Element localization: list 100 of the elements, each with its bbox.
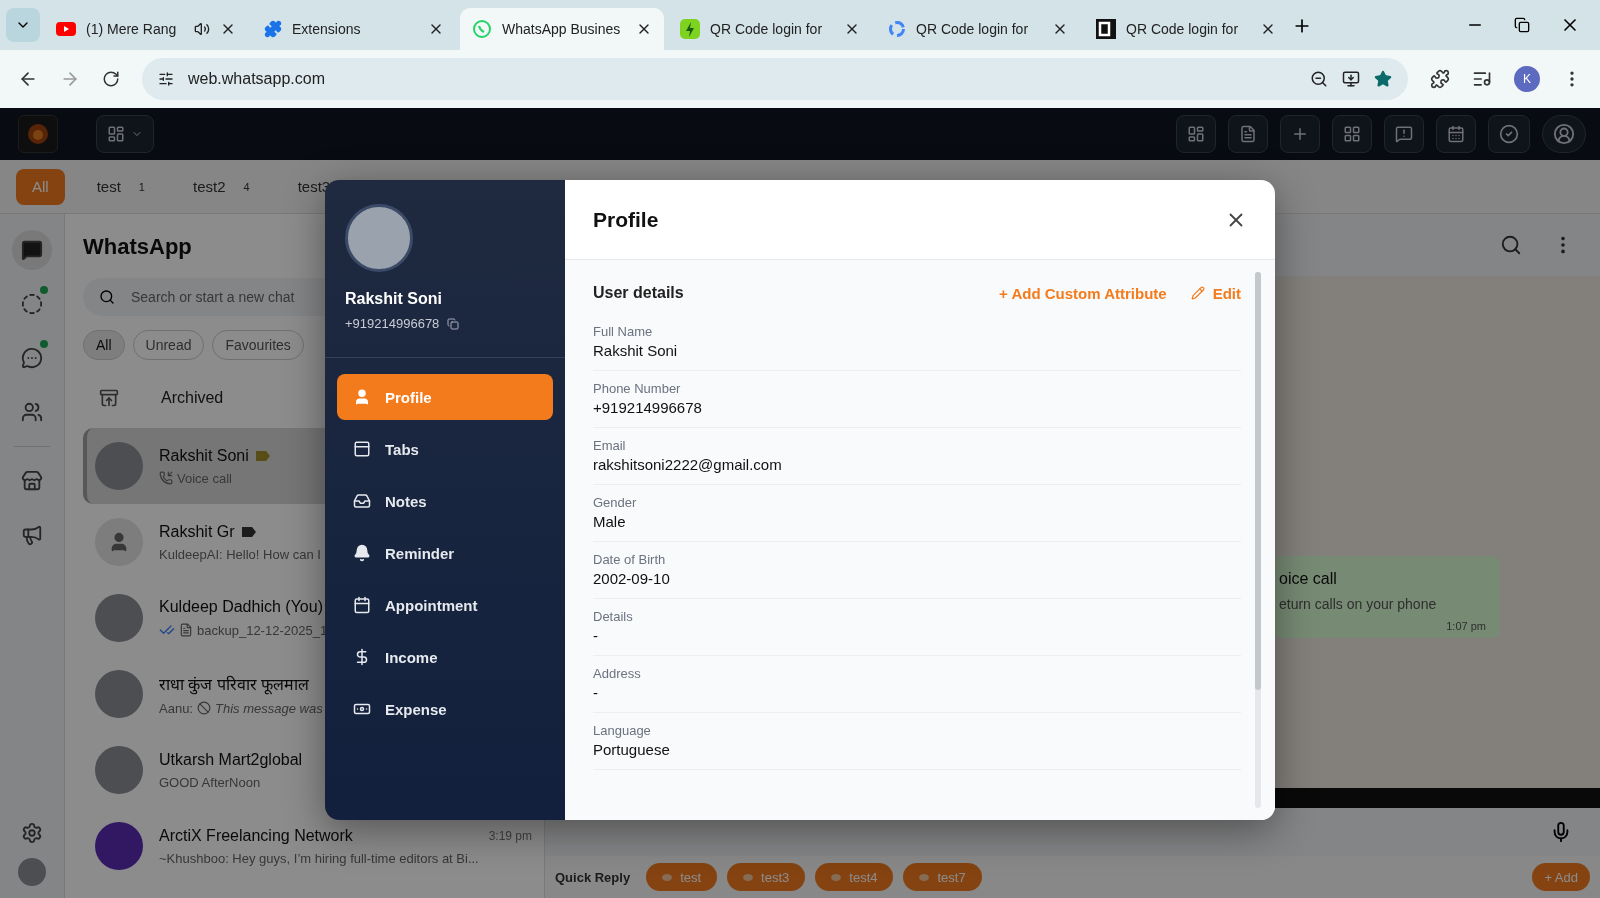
field-label: Address [593,666,642,681]
channels-icon [21,347,43,369]
search-icon[interactable] [1500,234,1522,256]
toolbar-button[interactable] [1488,115,1530,153]
message-preview: GOOD AfterNoon [159,774,261,790]
layout-icon [107,125,125,143]
toolbar-button[interactable] [1542,115,1586,153]
archive-icon[interactable] [99,388,119,408]
copy-icon[interactable] [447,317,460,330]
square-logo-icon [1096,19,1116,39]
alert-message-icon [1395,125,1413,143]
communities-icon [21,401,43,423]
contact-phone: +919214996678 [345,316,440,331]
contact-name: Rakshit Soni [345,290,443,308]
toolbar-button[interactable] [1176,115,1216,153]
profile-avatar[interactable]: K [1514,66,1540,92]
status-icon [21,293,43,315]
tab-list-button[interactable] [6,8,40,42]
field-label: Phone Number [593,381,682,396]
tab-window-icon [353,440,371,458]
reload-icon[interactable] [102,70,120,88]
scrollbar[interactable] [1255,272,1261,808]
chat-time: 3:19 pm [488,828,532,843]
label-tab[interactable]: test 1 [80,168,161,205]
site-settings-icon[interactable] [158,71,174,87]
field-value: +919214996678 [593,399,703,416]
media-icon[interactable] [1472,69,1492,89]
tray-icon [353,492,371,510]
restore-icon[interactable] [1514,17,1530,33]
avatar-placeholder [95,442,143,490]
field-value: - [593,684,599,701]
sidebar-button[interactable] [12,230,52,270]
toolbar-button[interactable] [1228,115,1268,153]
sender-name: Aanu: [159,700,193,716]
bell-icon [353,544,371,562]
dialog-title: Profile [593,207,659,232]
avatar-placeholder [95,746,143,794]
filter-chip[interactable]: All [83,330,125,360]
megaphone-icon [21,524,43,546]
field-label: Gender [593,495,638,510]
video-site-icon [56,22,76,36]
toolbar-button[interactable] [1332,115,1372,153]
toolbar-button[interactable] [1384,115,1424,153]
puzzle-icon [264,20,282,38]
calendar-icon [1447,125,1465,143]
field-value: Male [593,513,627,530]
document-icon [1239,125,1257,143]
store-icon [21,470,43,492]
bookmark-star-icon[interactable] [1374,70,1392,88]
toolbar-button[interactable] [1280,115,1320,153]
browser-tab[interactable]: QR Code login for [1084,8,1288,50]
logo[interactable] [18,115,58,153]
chat-name: राधा कुंज परिवार फूलमाल [159,674,310,695]
user-circle-icon [1553,123,1575,145]
browser-tab[interactable]: WhatsApp Busines [460,8,664,50]
chat-name: ArctiX Freelancing Network [159,826,353,845]
message-text: eturn calls on your phone [1279,596,1438,612]
browser-tab[interactable]: (1) Mere Rang [44,8,248,50]
message-preview: This message was [215,700,323,716]
puzzle-icon[interactable] [1430,69,1450,89]
field-label: Date of Birth [593,552,667,567]
search-icon [99,289,115,305]
field-label: Language [593,723,652,738]
label-tab[interactable]: test2 4 [177,168,266,205]
field-value: Portuguese [593,741,671,758]
zoom-out-icon[interactable] [1310,70,1328,88]
person-icon [353,388,371,406]
phone-call-icon [159,471,173,485]
section-title: User details [593,284,684,302]
field-label: Email [593,438,627,453]
ban-icon [197,701,211,715]
address-bar[interactable]: web.whatsapp.com [142,58,1408,100]
field-value: Rakshit Soni [593,342,679,359]
calendar-icon [353,596,371,614]
message-preview: backup_12-12-2025_1 [197,622,328,638]
chat-bubble-icon [472,19,492,39]
browser-tab[interactable]: QR Code login for [668,8,872,50]
field-value: rakshitsoni2222@gmail.com [593,456,783,473]
quick-reply-label: Quick Reply [555,869,631,885]
layout-icon [1187,125,1205,143]
browser-tab[interactable]: Extensions [252,8,456,50]
filter-chip[interactable]: Unread [132,330,205,360]
layout-dropdown[interactable] [96,115,154,153]
toolbar-button[interactable] [1436,115,1476,153]
chat-name: Rakshit Soni [159,446,249,465]
filter-chip[interactable]: Favourites [212,330,304,360]
document-icon [179,623,193,637]
archived-label[interactable]: Archived [161,389,224,407]
chat-name: Rakshit Gr [159,522,235,541]
lion-logo-icon [27,122,49,146]
chats-icon [21,239,43,261]
avatar-placeholder [95,670,143,718]
message-time: 1:07 pm [1446,620,1486,632]
plus-icon [1291,125,1309,143]
field-label: Full Name [593,324,654,339]
message-title: oice call [1279,570,1338,588]
settings-icon[interactable] [21,822,43,844]
browser-tab[interactable]: QR Code login for [876,8,1080,50]
grid-icon [1343,125,1361,143]
install-icon[interactable] [1342,70,1360,88]
